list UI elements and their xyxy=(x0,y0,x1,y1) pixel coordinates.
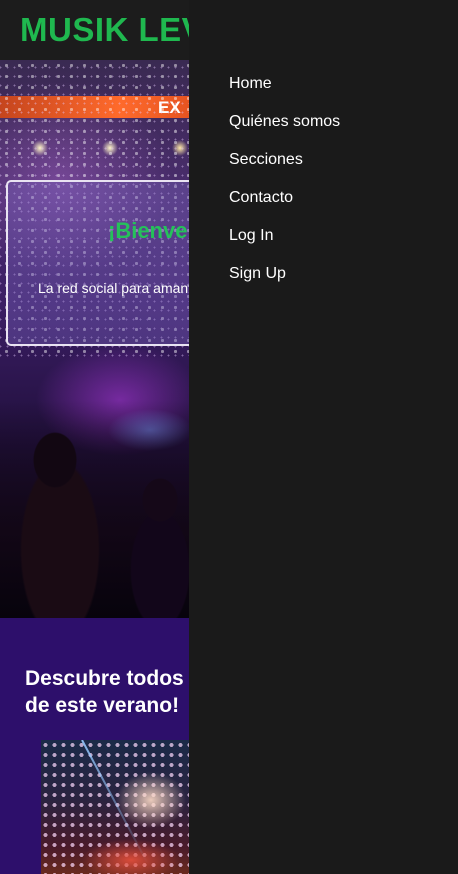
welcome-card: ¡Bienvenido a Musik Level! La red social… xyxy=(6,180,390,346)
light-beam xyxy=(81,740,149,865)
festival-image xyxy=(41,740,201,874)
menu-link-sections[interactable]: Secciones xyxy=(229,150,340,170)
side-menu: Home Quiénes somos Secciones Contacto Lo… xyxy=(229,74,340,302)
menu-link-signup[interactable]: Sign Up xyxy=(229,264,340,284)
menu-item-home: Home xyxy=(229,74,340,112)
menu-link-contact[interactable]: Contacto xyxy=(229,188,340,208)
menu-item-about: Quiénes somos xyxy=(229,112,340,150)
menu-item-login: Log In xyxy=(229,226,340,264)
menu-item-contact: Contacto xyxy=(229,188,340,226)
menu-link-home[interactable]: Home xyxy=(229,74,340,94)
crowd-silhouettes xyxy=(0,400,200,618)
menu-link-about[interactable]: Quiénes somos xyxy=(229,112,340,132)
menu-item-sections: Secciones xyxy=(229,150,340,188)
menu-item-signup: Sign Up xyxy=(229,264,340,302)
menu-link-login[interactable]: Log In xyxy=(229,226,340,246)
